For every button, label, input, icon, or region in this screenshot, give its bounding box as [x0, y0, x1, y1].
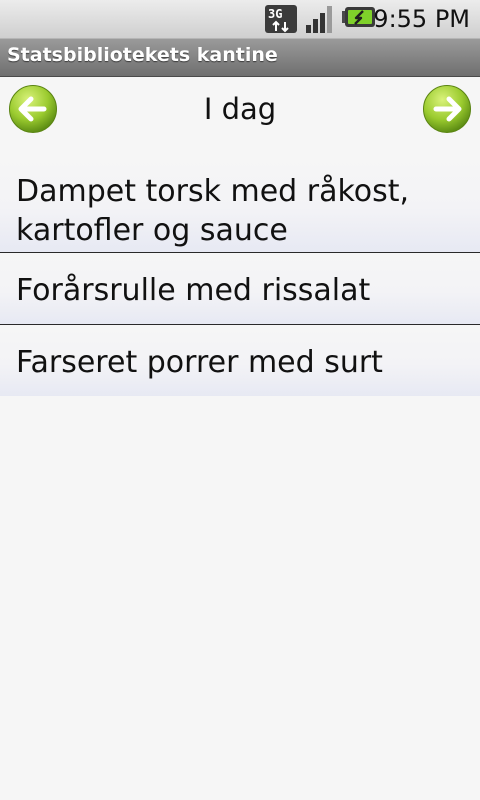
app-title: Statsbibliotekets kantine [7, 44, 278, 66]
battery-charging-icon [342, 7, 375, 27]
day-navigation: I dag [0, 77, 480, 149]
signal-strength-icon [306, 6, 332, 33]
menu-item[interactable]: Forårsrulle med rissalat [0, 253, 480, 325]
day-label: I dag [203, 92, 277, 126]
status-time: 9:55 PM [373, 5, 470, 33]
next-day-button[interactable] [422, 84, 472, 134]
network-3g-icon: 3G [265, 5, 297, 33]
menu-item[interactable]: Farseret porrer med surt [0, 325, 480, 396]
menu-list: Dampet torsk med råkost, kartofler og sa… [0, 154, 480, 396]
menu-item[interactable]: Dampet torsk med råkost, kartofler og sa… [0, 154, 480, 253]
status-bar: 3G 9:55 PM [0, 0, 480, 39]
svg-text:3G: 3G [268, 7, 282, 21]
app-title-bar: Statsbibliotekets kantine [0, 39, 480, 77]
